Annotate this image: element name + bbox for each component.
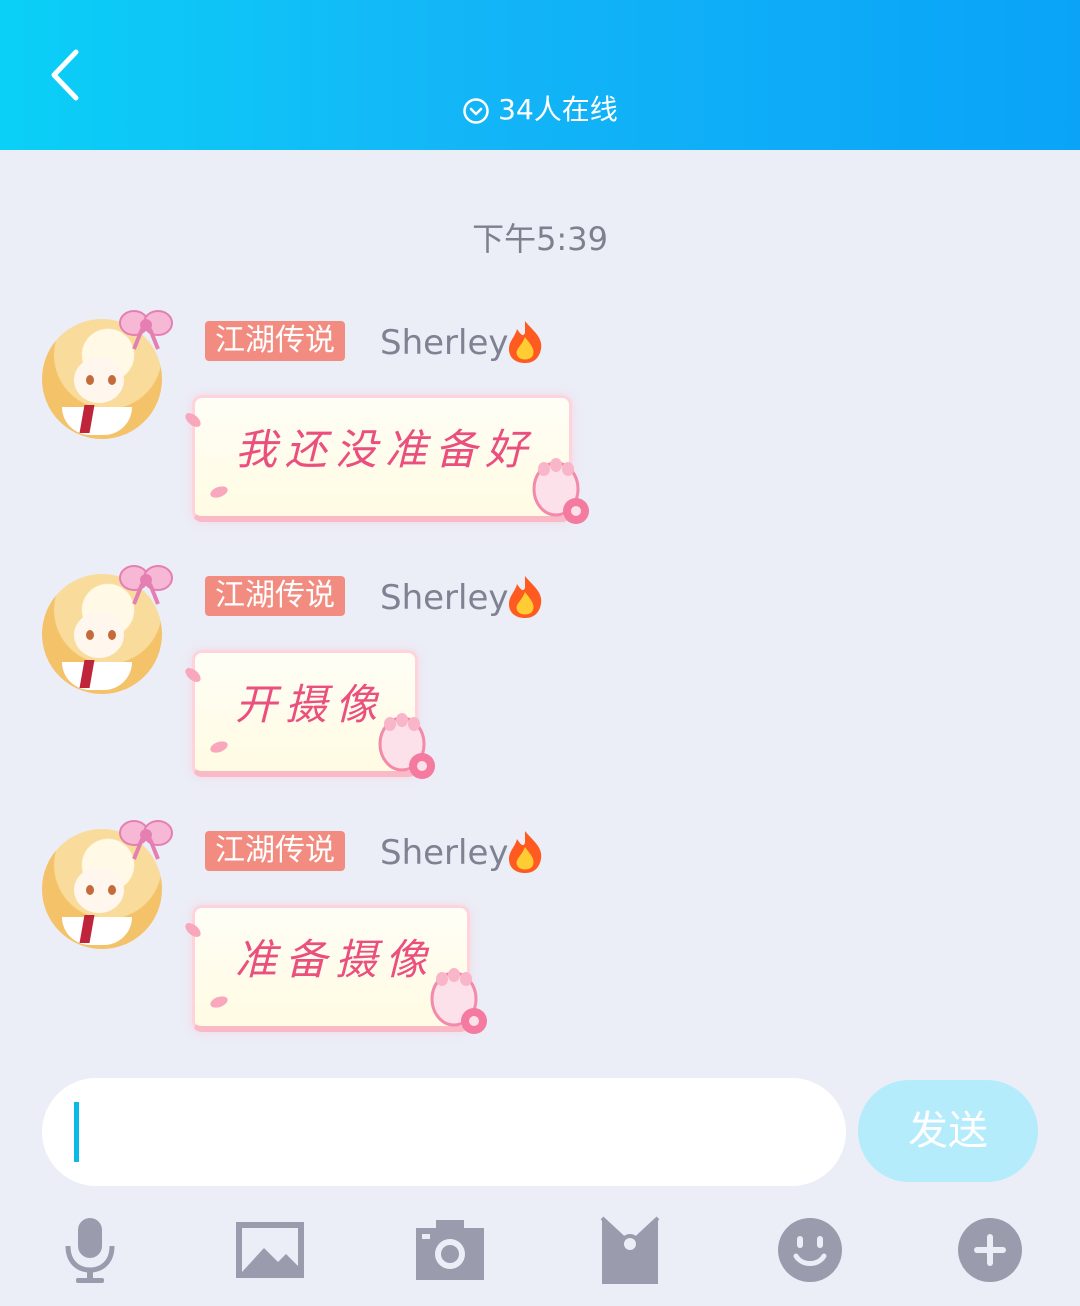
chat-message: 江湖传说 Sherley 开摄像 [0,510,1080,779]
level-tag: 江湖传说 [205,831,345,871]
level-tag: 江湖传说 [205,321,345,361]
bow-decoration-icon [119,310,173,350]
bow-decoration-icon [119,820,173,860]
message-input[interactable] [42,1078,846,1186]
fire-icon [509,576,542,618]
online-count-text: 34人在线 [498,93,618,126]
send-button[interactable]: 发送 [858,1080,1038,1182]
online-count[interactable]: 34人在线 [0,88,1080,128]
sender-name[interactable]: Sherley [380,578,509,618]
sender-name[interactable]: Sherley [380,323,509,363]
plus-icon[interactable] [950,1210,1030,1290]
message-text: 准备摄像 [235,935,436,984]
input-area: 发送 [0,1050,1080,1306]
text-caret [74,1102,79,1162]
image-icon[interactable] [230,1210,310,1290]
emoji-icon[interactable] [770,1210,850,1290]
sender-name[interactable]: Sherley [380,833,509,873]
fire-icon [509,831,542,873]
chat-message: 江湖传说 Sherley 我还没准备好 [0,255,1080,524]
message-text: 我还没准备好 [235,425,536,474]
message-timestamp: 下午5:39 [472,220,608,258]
chat-header: 34人在线 [0,0,1080,150]
level-tag: 江湖传说 [205,576,345,616]
chat-message: 江湖传说 Sherley 准备摄像 [0,765,1080,1034]
bow-decoration-icon [119,565,173,605]
chevron-down-circle-icon [463,98,489,124]
red-packet-icon[interactable] [590,1210,670,1290]
paw-decoration-icon [430,968,487,1034]
message-bubble[interactable]: 我还没准备好 [192,395,572,522]
camera-icon[interactable] [410,1210,490,1290]
microphone-icon[interactable] [50,1210,130,1290]
fire-icon [509,321,542,363]
message-text: 开摄像 [235,680,386,729]
